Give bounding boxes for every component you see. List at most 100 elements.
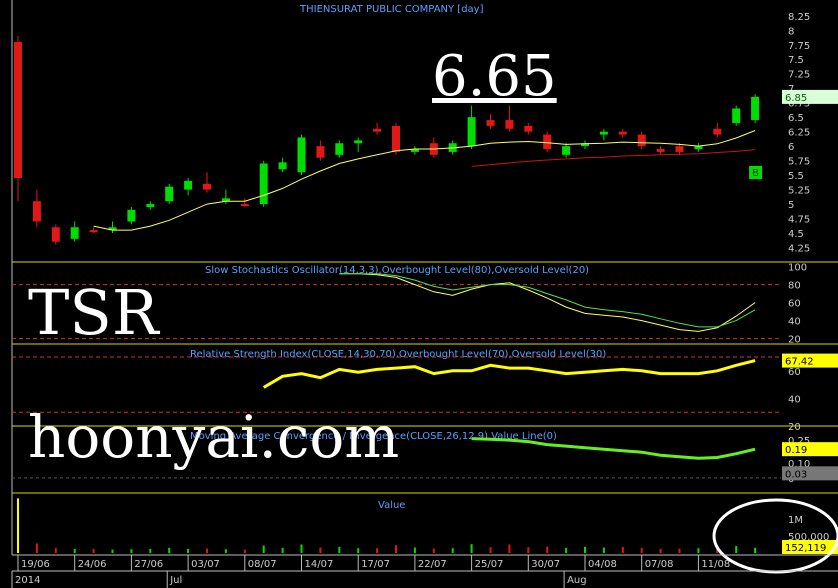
candle-up — [146, 204, 155, 207]
candle-down — [675, 146, 684, 152]
value-bar — [73, 548, 76, 553]
price-tick-label: 6 — [788, 142, 794, 153]
candle-down — [316, 146, 325, 158]
candle-down — [32, 201, 41, 222]
stoch-panel-title: Slow Stochastics Oscillator(14,3,3),Over… — [205, 265, 589, 276]
value-bar — [584, 546, 586, 553]
value-panel-title: Value — [378, 500, 405, 511]
candle-up — [354, 140, 363, 144]
candle-down — [713, 128, 722, 135]
value-bar — [413, 547, 416, 553]
value-bar — [130, 549, 133, 553]
candle-down — [637, 134, 646, 147]
candle-up — [278, 162, 287, 170]
price-tick-label: 7.25 — [788, 70, 810, 81]
last-price-label: 6.85 — [785, 93, 807, 104]
value-bar — [54, 548, 57, 553]
candle-down — [51, 227, 60, 242]
date-tick-label: 30/07 — [531, 559, 560, 570]
date-tick-label: 25/07 — [475, 559, 504, 570]
buy-signal-label: B — [752, 168, 759, 179]
candle-down — [373, 128, 382, 132]
period-label: Aug — [567, 575, 587, 586]
price-tick-label: 8 — [788, 26, 794, 37]
candle-down — [89, 230, 98, 233]
stoch-d-line — [339, 273, 756, 328]
candle-down — [656, 149, 665, 152]
stoch-tick-label: 40 — [788, 317, 801, 328]
candle-up — [335, 143, 344, 155]
rsi-tick-label: 40 — [788, 394, 801, 405]
price-panel-title: THIENSURAT PUBLIC COMPANY [day] — [299, 4, 484, 15]
candle-down — [505, 120, 514, 129]
candle-up — [562, 146, 571, 155]
rsi-panel-title: Relative Strength Index(CLOSE,14,30,70),… — [190, 349, 606, 360]
value-bar — [281, 547, 284, 553]
candle-up — [467, 117, 476, 147]
candle-up — [259, 163, 268, 205]
date-tick-label: 08/07 — [248, 559, 277, 570]
price-watermark: 6.65 — [432, 44, 557, 109]
date-tick-label: 22/07 — [418, 559, 447, 570]
macd-line — [471, 437, 756, 460]
sma-fast-line — [93, 130, 756, 231]
stoch-tick-label: 100 — [788, 263, 807, 274]
macd-value-label: 0.19 — [785, 445, 807, 456]
value-last-label: 152,119 — [785, 543, 826, 554]
price-tick-label: 5.25 — [788, 186, 810, 197]
value-bar — [319, 547, 322, 553]
value-bar — [206, 548, 208, 553]
date-tick-label: 24/06 — [78, 559, 107, 570]
value-bar — [243, 549, 246, 553]
value-bar — [640, 547, 643, 553]
value-bar — [489, 547, 492, 553]
candle-down — [524, 125, 533, 132]
candle-up — [732, 108, 741, 123]
candle-down — [618, 131, 627, 135]
value-bar — [470, 544, 473, 553]
price-tick-label: 5.75 — [788, 157, 810, 168]
price-tick-label: 5.5 — [788, 171, 804, 182]
value-bar — [149, 548, 152, 553]
ticker-watermark: TSR — [28, 276, 159, 349]
value-bar — [621, 546, 624, 553]
value-bar — [565, 547, 568, 553]
period-label: 2014 — [15, 575, 40, 586]
date-tick-label: 17/07 — [361, 559, 390, 570]
rsi-value-label: 67.42 — [785, 357, 814, 368]
stoch-tick-label: 60 — [788, 299, 801, 310]
date-tick-label: 04/08 — [588, 559, 617, 570]
candle-up — [165, 186, 174, 202]
value-bar — [92, 548, 95, 553]
candle-up — [297, 137, 306, 173]
value-bar — [697, 548, 700, 553]
price-tick-label: 4.25 — [788, 244, 810, 255]
value-bar — [395, 545, 397, 553]
price-tick-label: 6.25 — [788, 128, 810, 139]
value-bar — [432, 548, 435, 553]
value-bar — [754, 547, 757, 553]
value-bar — [602, 547, 605, 553]
value-bar — [338, 546, 341, 553]
date-tick-label: 03/07 — [191, 559, 220, 570]
price-tick-label: 7.5 — [788, 55, 804, 66]
value-bar — [300, 544, 303, 553]
value-bar — [376, 548, 379, 553]
value-bar — [111, 549, 114, 553]
price-tick-label: 6.5 — [788, 113, 804, 124]
value-bar — [527, 547, 530, 553]
candle-down — [240, 204, 249, 207]
candle-down — [486, 120, 495, 126]
value-bar — [17, 498, 19, 553]
value-bar — [678, 548, 681, 553]
value-bar — [508, 544, 511, 553]
price-tick-label: 8.25 — [788, 12, 810, 23]
date-tick-label: 19/06 — [21, 559, 50, 570]
candle-up — [184, 180, 193, 190]
candle-down — [14, 41, 22, 179]
candle-down — [543, 134, 552, 150]
date-tick-label: 07/08 — [645, 559, 674, 570]
value-bar — [735, 545, 738, 553]
value-bar — [35, 543, 38, 553]
date-tick-label: 11/08 — [701, 559, 730, 570]
